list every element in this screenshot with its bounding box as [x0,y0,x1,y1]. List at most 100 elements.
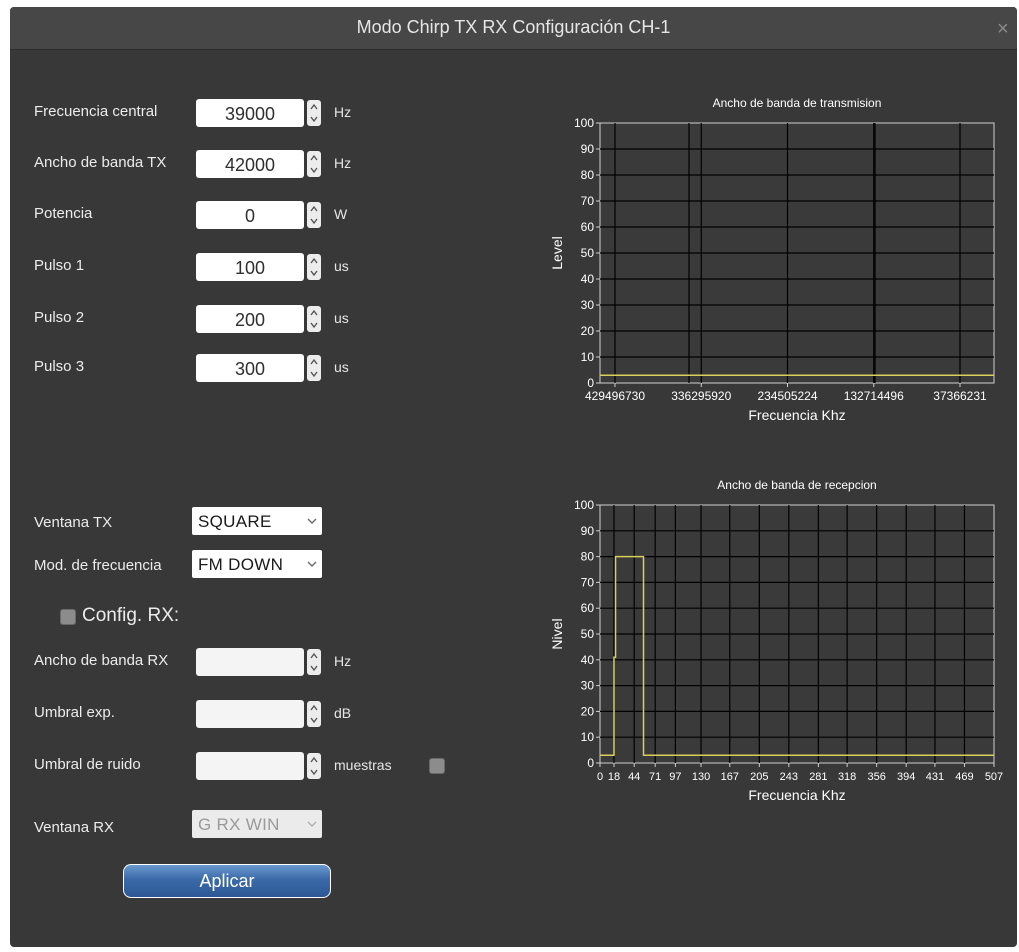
tx-spinbox-2: 0 [196,201,326,229]
y-tick-label: 20 [581,704,595,718]
tx-label-4: Pulso 2 [34,309,85,326]
tx-label-5: Pulso 3 [34,358,85,375]
tx-input-2[interactable]: 0 [196,201,304,229]
chevron-down-icon[interactable] [309,164,319,176]
mod-frecuencia-label: Mod. de frecuencia [34,557,162,574]
chevron-down-icon[interactable] [309,714,319,726]
tx-label-3: Pulso 1 [34,257,85,274]
chevron-down-icon [307,518,317,524]
spin-arrows[interactable] [307,701,321,727]
spin-arrows[interactable] [307,355,321,381]
tx-label-0: Frecuencia central [34,103,158,120]
chevron-down-icon[interactable] [309,113,319,125]
x-tick-label: 0 [597,771,603,783]
tx-spinbox-3: 100 [196,253,326,281]
rx-input-2[interactable] [196,752,304,780]
chevron-down-icon[interactable] [309,662,319,674]
tx-spinbox-0: 39000 [196,99,326,127]
x-tick-label: 507 [985,771,1003,783]
ventana-rx-label: Ventana RX [34,819,115,836]
chevron-down-icon[interactable] [309,267,319,279]
config-rx-checkbox[interactable] [60,609,76,625]
y-tick-label: 10 [581,350,595,364]
spin-arrows[interactable] [307,649,321,675]
x-tick-label: 356 [867,771,885,783]
x-tick-label: 318 [838,771,856,783]
muestras-checkbox[interactable] [429,758,445,774]
y-tick-label: 90 [581,524,595,538]
rx-input-0[interactable] [196,648,304,676]
y-tick-label: 100 [574,116,594,130]
ventana-tx-select[interactable]: SQUARE [192,507,322,535]
x-tick-label: 469 [955,771,973,783]
x-axis-label: Frecuencia Khz [748,787,845,803]
rx-spinbox-2 [196,752,326,780]
tx-input-4[interactable]: 200 [196,305,304,333]
chevron-up-icon[interactable] [309,152,319,164]
y-tick-label: 30 [581,298,595,312]
rx-spinbox-0 [196,648,326,676]
chevron-up-icon[interactable] [309,101,319,113]
x-tick-label: 18 [608,771,620,783]
chevron-up-icon[interactable] [309,702,319,714]
spin-arrows[interactable] [307,151,321,177]
y-tick-label: 20 [581,324,595,338]
chevron-up-icon[interactable] [309,754,319,766]
aplicar-button[interactable]: Aplicar [123,864,331,898]
tx-input-5[interactable]: 300 [196,354,304,382]
tx-bandwidth-chart: Ancho de banda de transmision 0 10 20 30 40 50… [549,96,995,423]
tx-label-2: Potencia [34,205,93,222]
spin-arrows[interactable] [307,100,321,126]
x-tick-label: 281 [809,771,827,783]
x-tick-label: 429496730 [585,389,645,403]
rx-label-0: Ancho de banda RX [34,652,169,669]
chevron-down-icon[interactable] [309,766,319,778]
tx-spinbox-5: 300 [196,354,326,382]
y-tick-label: 50 [581,246,595,260]
chevron-up-icon[interactable] [309,356,319,368]
chevron-up-icon[interactable] [309,307,319,319]
ventana-tx-label: Ventana TX [34,514,113,531]
y-tick-label: 50 [581,627,595,641]
chevron-down-icon[interactable] [309,319,319,331]
ventana-rx-select[interactable]: G RX WIN [192,810,322,838]
spin-arrows[interactable] [307,202,321,228]
x-tick-label: 336295920 [671,389,731,403]
tx-input-0[interactable]: 39000 [196,99,304,127]
config-rx-label: Config. RX: [82,605,180,626]
spin-arrows[interactable] [307,306,321,332]
title-bar: Modo Chirp TX RX Configuración CH-1 × [10,7,1017,50]
y-tick-label: 30 [581,679,595,693]
chevron-up-icon[interactable] [309,203,319,215]
tx-input-3[interactable]: 100 [196,253,304,281]
rx-label-2: Umbral de ruido [34,756,141,773]
x-tick-label: 394 [897,771,915,783]
chevron-down-icon[interactable] [309,215,319,227]
tx-input-1[interactable]: 42000 [196,150,304,178]
chart-title: Ancho de banda de recepcion [717,478,876,492]
spin-arrows[interactable] [307,753,321,779]
tx-spinbox-1: 42000 [196,150,326,178]
y-axis-label: Nivel [549,618,565,649]
close-icon[interactable]: × [997,19,1013,39]
x-tick-label: 71 [649,771,661,783]
y-axis-label: Level [549,236,565,269]
chevron-up-icon[interactable] [309,650,319,662]
chevron-up-icon[interactable] [309,255,319,267]
chevron-down-icon[interactable] [309,368,319,380]
chevron-down-icon [307,561,317,567]
tx-unit-5: us [334,359,349,375]
x-tick-label: 205 [750,771,768,783]
y-tick-label: 100 [574,498,594,512]
rx-input-1[interactable] [196,700,304,728]
x-tick-label: 243 [780,771,798,783]
x-tick-label: 431 [926,771,944,783]
x-tick-label: 167 [721,771,739,783]
y-tick-label: 80 [581,550,595,564]
spin-arrows[interactable] [307,254,321,280]
tx-unit-1: Hz [334,155,352,171]
tx-spinbox-4: 200 [196,305,326,333]
ventana-rx-value: G RX WIN [198,815,280,834]
chevron-down-icon [307,821,317,827]
mod-frecuencia-select[interactable]: FM DOWN [192,550,322,578]
